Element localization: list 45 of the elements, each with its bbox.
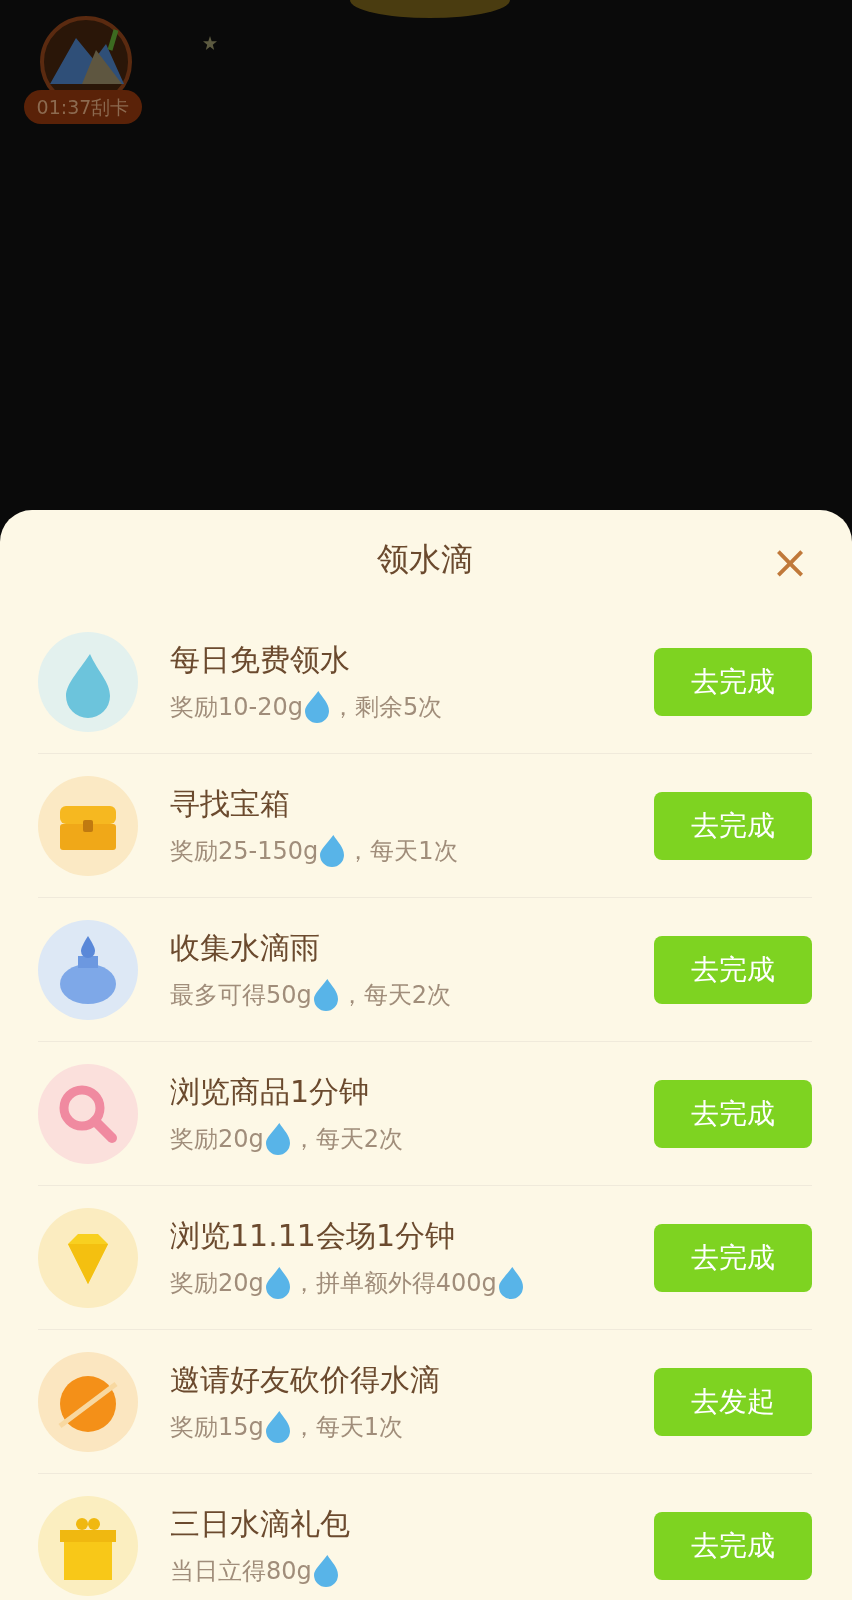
task-title: 三日水滴礼包 [170,1505,351,1543]
task-button[interactable]: 去完成 [654,1511,812,1580]
star-icon [203,36,217,50]
treasure-chest-icon [38,775,138,876]
water-drop-icon [496,1267,525,1299]
reward-text: ，剩余5次 [331,692,443,723]
reward-text: 奖励15g [170,1412,264,1443]
task-button[interactable]: 去完成 [654,1223,812,1292]
reward-text: ，每天2次 [339,980,452,1011]
water-drop-icon [311,1555,340,1587]
task-title: 浏览商品1分钟 [170,1073,371,1111]
task-title: 每日免费领水 [170,641,351,679]
water-drop-icon [263,1123,292,1155]
reward-text: ，每天1次 [346,836,458,867]
task-title: 收集水滴雨 [170,929,321,967]
reward-text: 最多可得50g [170,980,312,1011]
task-button[interactable]: 去完成 [654,791,812,860]
close-button[interactable]: × [768,540,812,584]
task-title: 浏览11.11会场1分钟 [170,1217,456,1255]
reward-text: 奖励20g [170,1124,264,1155]
fruit-slice-icon [38,1351,138,1452]
water-drop-icon [311,979,340,1011]
task-title: 寻找宝箱 [170,785,291,823]
reward-text: 奖励10-20g [170,692,303,723]
sheet-title: 领水滴 [377,539,473,580]
reward-text: 奖励20g [170,1268,264,1299]
water-drop-icon [263,1267,292,1299]
search-icon [38,1063,138,1164]
task-button[interactable]: 去发起 [654,1367,812,1436]
water-drop-icon [303,691,331,723]
reward-text: 奖励25-150g [170,836,319,867]
water-drop-icon [318,835,347,867]
task-title: 邀请好友砍价得水滴 [170,1361,441,1399]
task-button[interactable]: 去完成 [654,935,812,1004]
timer-label[interactable]: 01:37刮卡 [24,90,142,124]
reward-text: 当日立得80g [170,1556,312,1587]
gift-box-icon [38,1495,138,1596]
water-drop-icon [263,1411,292,1443]
reward-text: ，每天1次 [291,1412,404,1443]
reward-text: ，每天2次 [291,1124,404,1155]
task-button[interactable]: 去完成 [654,1079,812,1148]
task-button[interactable]: 去完成 [654,647,812,716]
reward-text: ，拼单额外得400g [291,1268,497,1299]
water-drop-icon [38,631,138,732]
jar-icon [38,919,138,1020]
